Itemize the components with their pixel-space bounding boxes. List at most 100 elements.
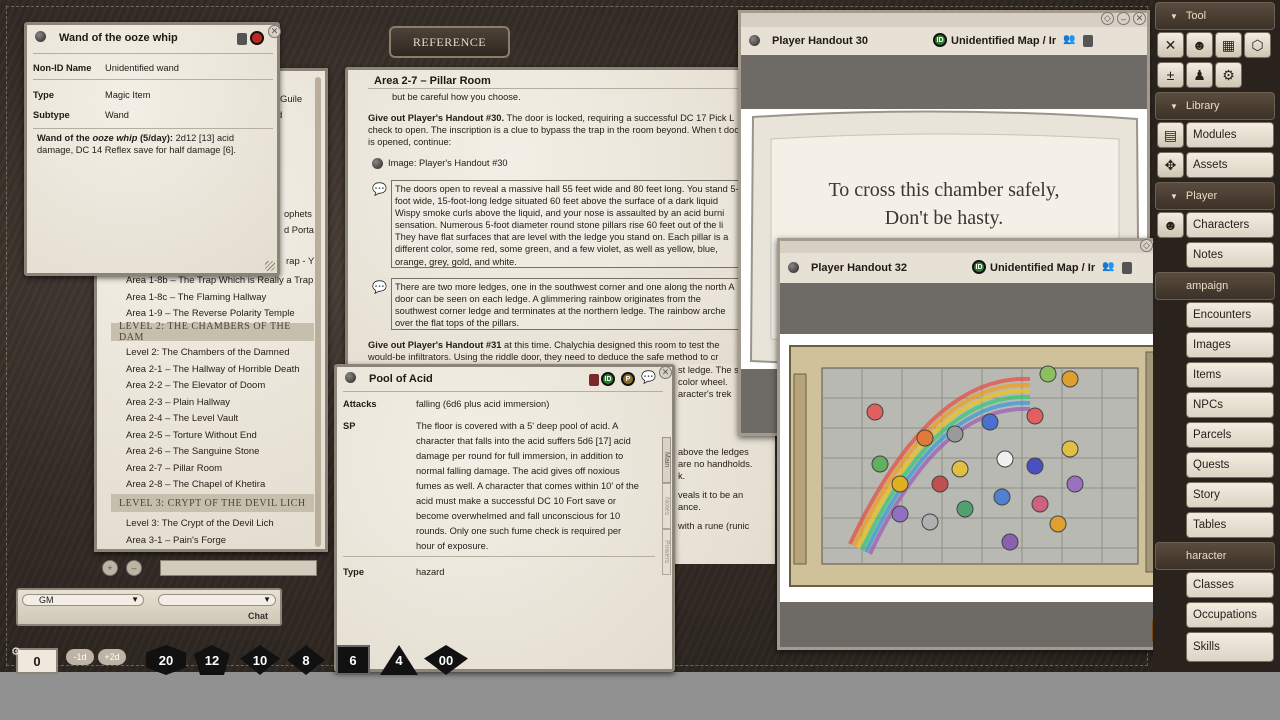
- field-value[interactable]: Magic Item: [105, 90, 150, 100]
- index-item[interactable]: Area 2-7 – Pillar Room: [126, 461, 300, 478]
- index-item[interactable]: Area 2-5 – Torture Without End: [126, 428, 300, 445]
- lock-icon[interactable]: [1083, 35, 1093, 47]
- sidebar-item-skills[interactable]: Skills: [1186, 632, 1274, 662]
- sidebar-item-images[interactable]: Images: [1186, 332, 1274, 358]
- window-menu-icon[interactable]: [749, 35, 760, 46]
- tool-move-icon[interactable]: ✕: [1157, 32, 1184, 58]
- sidebar-section-tool[interactable]: ▼ Tool: [1155, 2, 1275, 30]
- field-value[interactable]: Unidentified wand: [105, 63, 179, 73]
- index-partial-item[interactable]: d Porta: [284, 222, 314, 238]
- sidebar-item-parcels[interactable]: Parcels: [1186, 422, 1274, 448]
- index-item[interactable]: Area 2-3 – Plain Hallway: [126, 395, 300, 412]
- sidebar-section-character[interactable]: haracter: [1155, 542, 1275, 570]
- tab-main[interactable]: Main: [662, 437, 671, 483]
- lock-icon[interactable]: [1122, 262, 1132, 274]
- characters-icon[interactable]: ☻: [1157, 212, 1184, 238]
- identify-toggle-icon[interactable]: [250, 31, 264, 45]
- index-item[interactable]: Area 2-6 – The Sanguine Stone: [126, 444, 300, 461]
- index-item[interactable]: Level 3: The Crypt of the Devil Lich: [126, 516, 274, 533]
- remove-icon[interactable]: –: [126, 560, 142, 576]
- add-icon[interactable]: +: [102, 560, 118, 576]
- identified-icon[interactable]: ID: [972, 260, 986, 274]
- sidebar-item-tables[interactable]: Tables: [1186, 512, 1274, 538]
- tool-modifiers-icon[interactable]: ±: [1157, 62, 1184, 88]
- sidebar-item-label: Modules: [1193, 129, 1237, 141]
- mod-minus-button[interactable]: -1d: [66, 649, 94, 665]
- index-level2-header[interactable]: LEVEL 2: THE CHAMBERS OF THE DAM: [111, 321, 314, 343]
- window-titlebar: [741, 13, 1147, 27]
- filter-input[interactable]: [160, 560, 317, 576]
- index-item[interactable]: Area 3-1 – Pain's Forge: [126, 533, 274, 550]
- sidebar-item-modules[interactable]: Modules: [1186, 122, 1274, 148]
- share-icon[interactable]: 👥: [1063, 34, 1075, 45]
- tool-effects-icon[interactable]: ♟: [1186, 62, 1213, 88]
- settings-icon[interactable]: ⚙: [11, 645, 21, 658]
- handout-30-link[interactable]: Image: Player's Handout #30: [372, 157, 508, 169]
- index-partial-item[interactable]: d: [277, 108, 302, 124]
- index-partial-item[interactable]: Guile: [280, 92, 302, 108]
- reference-button[interactable]: REFERENCE: [389, 26, 510, 58]
- tab-powers[interactable]: Powers: [662, 529, 671, 575]
- sidebar-item-assets[interactable]: Assets: [1186, 152, 1274, 178]
- wand-description[interactable]: Wand of the ooze whip (5/day): 2d12 [13]…: [33, 132, 263, 156]
- chat-icon[interactable]: 💬: [641, 370, 656, 384]
- sidebar-item-npcs[interactable]: NPCs: [1186, 392, 1274, 418]
- close-icon[interactable]: ✕: [268, 25, 281, 38]
- mod-plus-button[interactable]: +2d: [98, 649, 126, 665]
- sidebar-item-occupations[interactable]: Occupations: [1186, 602, 1274, 628]
- sidebar-item-quests[interactable]: Quests: [1186, 452, 1274, 478]
- close-icon[interactable]: ✕: [659, 366, 672, 379]
- identified-icon[interactable]: ID: [601, 372, 615, 386]
- language-select[interactable]: ▼: [158, 594, 276, 606]
- tool-dice-icon[interactable]: ⬡: [1244, 32, 1271, 58]
- public-icon[interactable]: P: [621, 372, 635, 386]
- lock-icon[interactable]: [589, 374, 599, 386]
- modules-icon[interactable]: ▤: [1157, 122, 1184, 148]
- window-menu-icon[interactable]: [345, 372, 356, 383]
- index-item[interactable]: Area 2-4 – The Level Vault: [126, 411, 300, 428]
- sidebar-section-label: haracter: [1186, 550, 1227, 562]
- index-scrollbar[interactable]: [315, 77, 321, 547]
- sidebar-item-classes[interactable]: Classes: [1186, 572, 1274, 598]
- resize-handle-icon[interactable]: [265, 261, 275, 271]
- tool-calendar-icon[interactable]: ▦: [1215, 32, 1242, 58]
- attacks-value[interactable]: falling (6d6 plus acid immersion): [416, 398, 549, 410]
- chat-button[interactable]: Chat: [248, 611, 268, 621]
- share-icon[interactable]: 👥: [1102, 261, 1114, 272]
- window-menu-icon[interactable]: [35, 31, 46, 42]
- sidebar-section-campaign[interactable]: ampaign: [1155, 272, 1275, 300]
- index-item[interactable]: Area 2-8 – The Chapel of Khetira: [126, 477, 300, 494]
- tool-party-icon[interactable]: ☻: [1186, 32, 1213, 58]
- sp-value[interactable]: The floor is covered with a 5' deep pool…: [416, 419, 642, 554]
- sidebar-section-player[interactable]: ▼ Player: [1155, 182, 1275, 210]
- speaker-select[interactable]: GM ▼: [22, 594, 144, 606]
- d6-icon[interactable]: 6: [336, 645, 370, 675]
- minimize-icon[interactable]: –: [1117, 12, 1130, 25]
- sidebar-item-story[interactable]: Story: [1186, 482, 1274, 508]
- type-value[interactable]: hazard: [416, 566, 444, 578]
- wand-item-window: Wand of the ooze whip ✕ Non-ID Name Unide…: [24, 22, 281, 276]
- index-item[interactable]: Area 2-2 – The Elevator of Doom: [126, 378, 300, 395]
- assets-icon[interactable]: ✥: [1157, 152, 1184, 178]
- pin-icon[interactable]: ◇: [1101, 12, 1114, 25]
- index-item[interactable]: Area 1-8c – The Flaming Hallway: [126, 290, 313, 307]
- pin-icon[interactable]: ◇: [1140, 239, 1153, 252]
- index-item[interactable]: Area 2-1 – The Hallway of Horrible Death: [126, 362, 300, 379]
- lock-icon[interactable]: [237, 33, 247, 45]
- close-icon[interactable]: ✕: [1133, 12, 1146, 25]
- tab-notes[interactable]: Notes: [662, 483, 671, 529]
- modifier-box[interactable]: 0: [16, 648, 58, 674]
- sidebar-item-characters[interactable]: Characters: [1186, 212, 1274, 238]
- index-partial-item[interactable]: rap - Y: [286, 256, 314, 267]
- identified-icon[interactable]: ID: [933, 33, 947, 47]
- sidebar-item-encounters[interactable]: Encounters: [1186, 302, 1274, 328]
- field-value[interactable]: Wand: [105, 110, 129, 120]
- sidebar-item-items[interactable]: Items: [1186, 362, 1274, 388]
- window-menu-icon[interactable]: [788, 262, 799, 273]
- index-item[interactable]: Level 2: The Chambers of the Damned: [126, 345, 300, 362]
- index-level3-header[interactable]: LEVEL 3: CRYPT OF THE DEVIL LICH: [111, 494, 314, 512]
- index-partial-item[interactable]: ophets: [284, 206, 314, 222]
- sidebar-item-notes[interactable]: Notes: [1186, 242, 1274, 268]
- sidebar-section-library[interactable]: ▼ Library: [1155, 92, 1275, 120]
- tool-options-icon[interactable]: ⚙: [1215, 62, 1242, 88]
